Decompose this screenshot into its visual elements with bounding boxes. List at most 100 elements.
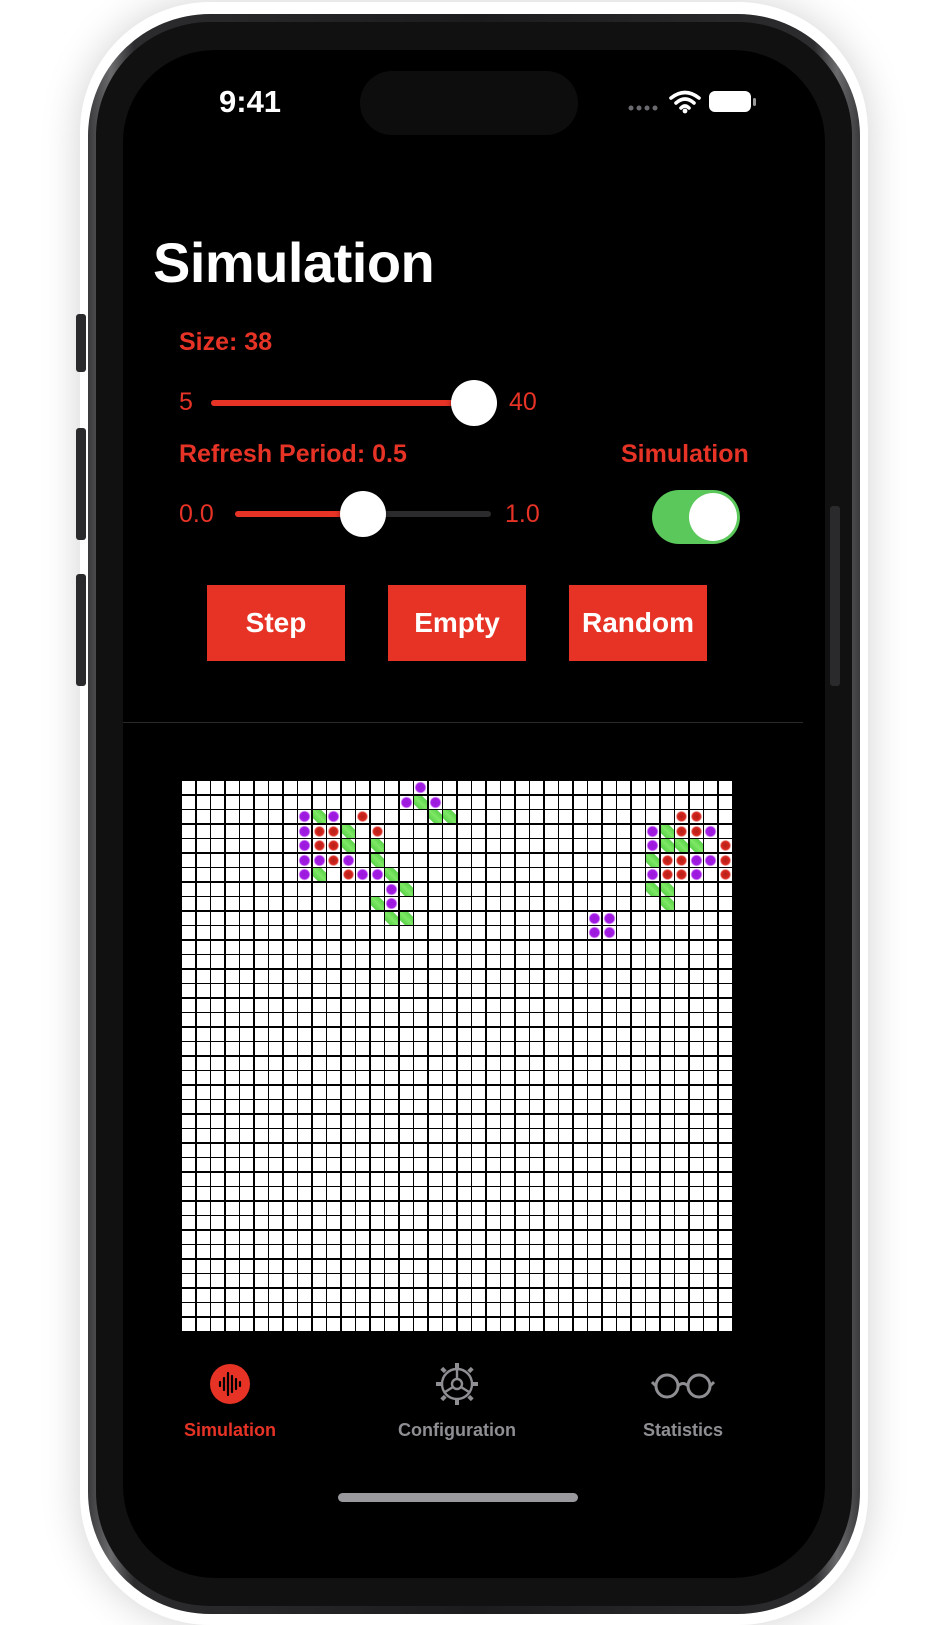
grid-cell[interactable] (414, 1027, 428, 1041)
grid-cell[interactable] (356, 984, 370, 998)
grid-cell[interactable] (240, 1187, 254, 1201)
grid-cell[interactable] (588, 1129, 602, 1143)
grid-cell-green[interactable] (428, 810, 442, 824)
grid-cell[interactable] (182, 1230, 195, 1244)
grid-cell[interactable] (544, 882, 558, 896)
grid-cell[interactable] (718, 926, 732, 940)
grid-cell[interactable] (660, 1143, 674, 1157)
grid-cell[interactable] (530, 1143, 544, 1157)
grid-cell[interactable] (312, 1158, 326, 1172)
grid-cell[interactable] (515, 1274, 529, 1288)
grid-cell[interactable] (530, 1071, 544, 1085)
grid-cell[interactable] (486, 1027, 500, 1041)
grid-cell-purple[interactable] (385, 882, 399, 896)
grid-cell[interactable] (501, 824, 515, 838)
grid-cell[interactable] (718, 1216, 732, 1230)
grid-cell[interactable] (385, 1056, 399, 1070)
grid-cell[interactable] (501, 1013, 515, 1027)
grid-cell[interactable] (704, 940, 718, 954)
grid-cell[interactable] (530, 781, 544, 794)
grid-cell[interactable] (312, 1303, 326, 1317)
grid-cell[interactable] (631, 1027, 645, 1041)
grid-cell[interactable] (254, 1071, 268, 1085)
grid-cell[interactable] (631, 1201, 645, 1215)
grid-cell[interactable] (472, 940, 486, 954)
grid-cell[interactable] (428, 1187, 442, 1201)
grid-cell[interactable] (486, 781, 500, 794)
grid-cell[interactable] (515, 824, 529, 838)
grid-cell[interactable] (689, 955, 703, 969)
grid-cell[interactable] (211, 1042, 225, 1056)
grid-cell[interactable] (269, 940, 283, 954)
grid-cell[interactable] (457, 1259, 471, 1273)
grid-cell[interactable] (515, 1056, 529, 1070)
grid-cell[interactable] (573, 839, 587, 853)
grid-cell[interactable] (515, 1259, 529, 1273)
grid-cell[interactable] (182, 897, 195, 911)
grid-cell[interactable] (588, 1172, 602, 1186)
grid-cell[interactable] (254, 926, 268, 940)
grid-cell[interactable] (689, 897, 703, 911)
grid-cell[interactable] (457, 998, 471, 1012)
grid-cell-red[interactable] (327, 839, 341, 853)
grid-cell[interactable] (501, 1158, 515, 1172)
grid-cell[interactable] (196, 926, 210, 940)
grid-cell[interactable] (240, 824, 254, 838)
grid-cell[interactable] (269, 955, 283, 969)
grid-cell[interactable] (675, 1259, 689, 1273)
grid-cell[interactable] (312, 1056, 326, 1070)
grid-cell[interactable] (370, 1114, 384, 1128)
grid-cell[interactable] (602, 1085, 616, 1099)
grid-cell[interactable] (675, 1172, 689, 1186)
grid-cell[interactable] (196, 984, 210, 998)
grid-cell[interactable] (617, 1259, 631, 1273)
grid-cell[interactable] (646, 1042, 660, 1056)
grid-cell[interactable] (211, 1274, 225, 1288)
grid-cell[interactable] (414, 1114, 428, 1128)
grid-cell[interactable] (675, 795, 689, 809)
grid-cell[interactable] (428, 1129, 442, 1143)
grid-cell[interactable] (370, 940, 384, 954)
grid-cell[interactable] (573, 1288, 587, 1302)
grid-cell[interactable] (718, 781, 732, 794)
grid-cell[interactable] (283, 882, 297, 896)
grid-cell[interactable] (631, 1216, 645, 1230)
grid-cell[interactable] (530, 1100, 544, 1114)
grid-cell[interactable] (254, 882, 268, 896)
grid-cell[interactable] (486, 1274, 500, 1288)
grid-cell[interactable] (457, 940, 471, 954)
grid-cell[interactable] (544, 1201, 558, 1215)
grid-cell[interactable] (327, 868, 341, 882)
grid-cell[interactable] (486, 1187, 500, 1201)
grid-cell[interactable] (269, 781, 283, 794)
simulation-toggle[interactable] (652, 490, 740, 544)
grid-cell[interactable] (269, 1274, 283, 1288)
grid-cell[interactable] (646, 1013, 660, 1027)
grid-cell[interactable] (211, 1085, 225, 1099)
grid-cell[interactable] (530, 839, 544, 853)
grid-cell[interactable] (573, 1201, 587, 1215)
grid-cell[interactable] (341, 1158, 355, 1172)
grid-cell[interactable] (385, 940, 399, 954)
grid-cell[interactable] (312, 1027, 326, 1041)
grid-cell[interactable] (472, 795, 486, 809)
grid-cell[interactable] (718, 1259, 732, 1273)
grid-cell[interactable] (660, 1071, 674, 1085)
grid-cell[interactable] (501, 868, 515, 882)
grid-cell[interactable] (240, 969, 254, 983)
grid-cell[interactable] (675, 1114, 689, 1128)
grid-cell[interactable] (515, 853, 529, 867)
grid-cell[interactable] (370, 955, 384, 969)
grid-cell[interactable] (588, 1100, 602, 1114)
grid-cell[interactable] (602, 1245, 616, 1259)
grid-cell[interactable] (443, 1317, 457, 1331)
grid-cell[interactable] (559, 998, 573, 1012)
grid-cell[interactable] (646, 984, 660, 998)
grid-cell[interactable] (341, 1201, 355, 1215)
grid-cell[interactable] (530, 1201, 544, 1215)
grid-cell[interactable] (443, 955, 457, 969)
grid-cell[interactable] (486, 1172, 500, 1186)
grid-cell[interactable] (356, 955, 370, 969)
grid-cell[interactable] (501, 795, 515, 809)
grid-cell[interactable] (283, 853, 297, 867)
